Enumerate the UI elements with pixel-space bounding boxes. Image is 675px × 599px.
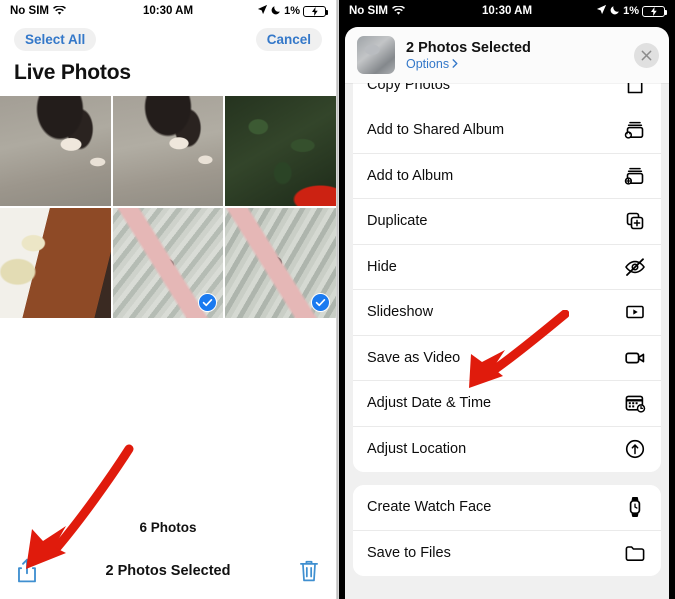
left-phone-panel: No SIM 10:30 AM 1% Select All Cancel Liv…: [0, 0, 336, 599]
left-nav-row: Select All Cancel: [0, 22, 336, 56]
menu-item-label: Duplicate: [367, 213, 428, 230]
menu-item-label: Add to Shared Album: [367, 122, 505, 139]
share-sheet-header: 2 Photos Selected Options: [345, 27, 669, 83]
menu-item-label: Adjust Location: [367, 441, 467, 458]
menu-item-slideshow[interactable]: Slideshow: [353, 290, 661, 336]
close-icon[interactable]: [634, 42, 659, 68]
photo-cell-3[interactable]: [225, 96, 336, 206]
menu-item-save-to-files[interactable]: Save to Files: [353, 530, 661, 576]
moon-icon: [271, 5, 281, 18]
battery-charging-icon: [642, 5, 668, 17]
menu-item-clip-wrapper: Copy Photos: [353, 83, 661, 108]
menu-group-1: Copy Photos Add to Shared Album Add to A…: [353, 83, 661, 472]
selected-photo-thumbnail: [357, 36, 395, 74]
share-sheet-title: 2 Photos Selected: [406, 39, 531, 56]
menu-item-label: Slideshow: [367, 304, 434, 321]
options-label: Options: [406, 57, 450, 72]
video-camera-icon: [623, 346, 647, 370]
menu-item-label: Adjust Date & Time: [367, 395, 492, 412]
menu-item-adjust-date-time[interactable]: Adjust Date & Time: [353, 381, 661, 427]
selected-checkmark-icon: [310, 293, 330, 312]
menu-item-copy-photos[interactable]: Copy Photos: [353, 83, 661, 108]
status-bar-right: No SIM 10:30 AM 1%: [339, 0, 675, 22]
menu-item-add-to-shared-album[interactable]: Add to Shared Album: [353, 108, 661, 154]
menu-item-duplicate[interactable]: Duplicate: [353, 199, 661, 245]
share-sheet-menu-scroll[interactable]: Copy Photos Add to Shared Album Add to A…: [345, 83, 669, 576]
options-link[interactable]: Options: [406, 57, 623, 71]
moon-icon: [610, 5, 620, 18]
battery-percent-label: 1%: [623, 5, 639, 17]
selected-count-label: 2 Photos Selected: [105, 563, 231, 579]
location-circle-icon: [623, 437, 647, 461]
chevron-right-icon: [452, 57, 458, 71]
battery-percent-label: 1%: [284, 5, 300, 17]
menu-item-label: Hide: [367, 258, 397, 275]
menu-item-label: Copy Photos: [367, 83, 451, 94]
trash-icon[interactable]: [296, 557, 322, 585]
battery-charging-icon: [303, 5, 329, 17]
add-album-icon: [623, 164, 647, 188]
photo-cell-1[interactable]: [0, 96, 111, 206]
photos-count-label: 6 Photos: [139, 520, 197, 535]
status-bar-carrier-group: No SIM: [349, 5, 405, 17]
photo-cell-4[interactable]: [0, 208, 111, 318]
status-bar-indicators: 1%: [257, 4, 329, 18]
wifi-icon: [52, 5, 66, 16]
status-bar-left: No SIM 10:30 AM 1%: [0, 0, 336, 22]
right-phone-panel: No SIM 10:30 AM 1% 2 Photos Selected Opt…: [339, 0, 675, 599]
photo-cell-2[interactable]: [112, 96, 224, 206]
menu-item-label: Save to Files: [367, 545, 451, 562]
screenshot-root: No SIM 10:30 AM 1% Select All Cancel Liv…: [0, 0, 675, 599]
menu-item-label: Create Watch Face: [367, 499, 492, 516]
play-rect-icon: [623, 300, 647, 324]
menu-item-create-watch-face[interactable]: Create Watch Face: [353, 485, 661, 531]
shared-album-icon: [623, 118, 647, 142]
folder-icon: [623, 541, 647, 565]
calendar-clock-icon: [623, 391, 647, 415]
menu-group-separator: [345, 472, 669, 485]
status-bar-indicators: 1%: [596, 4, 668, 18]
photo-cell-5[interactable]: [112, 208, 224, 318]
menu-item-adjust-location[interactable]: Adjust Location: [353, 426, 661, 472]
duplicate-icon: [623, 209, 647, 233]
selection-toolbar: 2 Photos Selected: [0, 557, 336, 599]
left-bottom-area: 6 Photos 2 Photos Selected: [0, 520, 336, 599]
location-arrow-icon: [596, 4, 607, 18]
menu-item-label: Save as Video: [367, 349, 461, 366]
share-icon[interactable]: [14, 557, 40, 585]
cancel-button[interactable]: Cancel: [255, 27, 322, 51]
selected-checkmark-icon: [198, 293, 218, 312]
page-title: Live Photos: [0, 56, 336, 96]
menu-item-hide[interactable]: Hide: [353, 244, 661, 290]
eye-slash-icon: [623, 255, 647, 279]
menu-item-label: Add to Album: [367, 167, 454, 184]
menu-group-2: Create Watch Face Save to Files: [353, 485, 661, 576]
copy-icon: [623, 83, 647, 97]
location-arrow-icon: [257, 4, 268, 18]
photo-cell-6[interactable]: [225, 208, 336, 318]
wifi-icon: [391, 5, 405, 16]
select-all-button[interactable]: Select All: [14, 27, 97, 51]
watch-icon: [623, 495, 647, 519]
status-bar-carrier-group: No SIM: [10, 5, 66, 17]
share-sheet: 2 Photos Selected Options Copy Photos Ad…: [345, 27, 669, 599]
photo-grid: [0, 96, 336, 318]
menu-item-add-to-album[interactable]: Add to Album: [353, 153, 661, 199]
menu-item-save-as-video[interactable]: Save as Video: [353, 335, 661, 381]
carrier-label: No SIM: [10, 5, 49, 17]
share-sheet-header-text: 2 Photos Selected Options: [406, 39, 623, 71]
carrier-label: No SIM: [349, 5, 388, 17]
